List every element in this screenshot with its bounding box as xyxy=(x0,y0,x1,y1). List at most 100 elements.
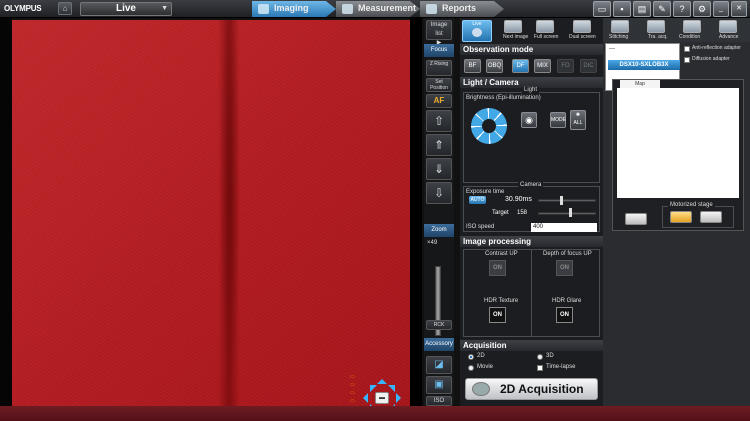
image-list-button[interactable]: Image list ▶ xyxy=(426,20,452,46)
anti-reflection-checkbox[interactable] xyxy=(684,46,690,52)
radio-2d[interactable] xyxy=(468,354,474,360)
dual-screen-icon[interactable] xyxy=(573,20,591,33)
zoom-value: ×49 xyxy=(427,240,438,246)
iso-icon[interactable]: ISO xyxy=(426,396,452,406)
reports-icon xyxy=(426,4,437,14)
depth-of-focus-toggle[interactable]: ON xyxy=(556,260,573,276)
dual-screen-label: Dual screen xyxy=(569,34,596,40)
live-image-viewer[interactable]: ▭ ▭ ▭ ▭ ▬ xyxy=(12,20,410,406)
stitching-label: Stitching xyxy=(609,34,629,40)
tools-icon[interactable]: ✎ xyxy=(653,1,671,17)
arrow-up-icon[interactable] xyxy=(377,374,387,384)
live-dropdown[interactable]: Live ▼ xyxy=(80,2,172,16)
map-canvas[interactable] xyxy=(617,88,739,198)
mode-bf-button[interactable]: BF xyxy=(464,59,481,73)
arrow-right-icon[interactable] xyxy=(396,393,406,403)
radio-2d-label: 2D xyxy=(477,353,485,359)
hdr-texture-label: HDR Texture xyxy=(484,298,519,304)
hdr-glare-label: HDR Glare xyxy=(552,298,582,304)
accessory-header: Accessory xyxy=(424,338,454,351)
all-label: ALL xyxy=(573,120,583,126)
print-icon[interactable]: ▤ xyxy=(633,1,651,17)
window-icon[interactable]: ▣ xyxy=(426,376,452,394)
close-button[interactable]: ✕ xyxy=(731,1,747,17)
focus-up-icon[interactable]: ⇧ xyxy=(426,110,452,132)
arrow-left-icon[interactable] xyxy=(358,393,368,403)
hdr-texture-toggle[interactable]: ON xyxy=(489,307,506,323)
mode-df-button[interactable]: DF xyxy=(512,59,529,73)
next-image-icon[interactable] xyxy=(504,20,522,33)
camera-icon xyxy=(472,382,490,396)
image-processing-header: Image processing xyxy=(460,236,603,247)
time-lapse-label: Time-lapse xyxy=(546,364,576,370)
folder-icon[interactable]: ▭ xyxy=(593,1,611,17)
mode-dic-button[interactable]: DIC xyxy=(580,59,597,73)
accessory-icon[interactable]: ◪ xyxy=(426,356,452,374)
target-slider-thumb[interactable] xyxy=(569,208,572,217)
settings-icon[interactable]: ⚙ xyxy=(693,1,711,17)
brightness-wheel-center xyxy=(482,119,496,133)
map-camera-button[interactable] xyxy=(625,213,647,225)
time-lapse-checkbox[interactable] xyxy=(537,365,543,371)
focus-step-up-icon[interactable]: ⇑ xyxy=(426,134,452,156)
save-icon[interactable]: ▪ xyxy=(613,1,631,17)
chevron-down-icon: ▼ xyxy=(161,5,168,12)
tab-reports[interactable]: Reports xyxy=(420,1,504,17)
radio-3d[interactable] xyxy=(537,354,543,360)
radio-movie[interactable] xyxy=(468,365,474,371)
stage-center-button[interactable]: ▬ xyxy=(375,392,389,404)
brightness-wheel[interactable] xyxy=(471,108,507,144)
auto-exposure-button[interactable]: AUTO xyxy=(469,196,486,204)
depth-of-focus-label: Depth of focus UP xyxy=(543,251,592,257)
radio-movie-label: Movie xyxy=(477,364,494,370)
minimize-button[interactable]: _ xyxy=(713,1,729,17)
objective-selector[interactable]: DSX10-SXLOB3X xyxy=(608,60,680,70)
mode-mix-button[interactable]: MIX xyxy=(534,59,551,73)
exposure-slider-thumb[interactable] xyxy=(560,196,563,205)
mode-obq-button[interactable]: OBQ xyxy=(486,59,503,73)
gear-icon: ✺ xyxy=(575,112,581,118)
set-position-button[interactable]: Set Position xyxy=(426,78,452,92)
light-group-title: Light xyxy=(522,87,540,93)
refresh-icon[interactable]: ◉ xyxy=(521,112,537,128)
stage-refresh-button[interactable] xyxy=(700,211,722,223)
target-slider[interactable] xyxy=(538,212,596,215)
contrast-up-toggle[interactable]: ON xyxy=(489,260,506,276)
status-bar xyxy=(0,406,750,421)
mode-button[interactable]: MODE xyxy=(550,112,566,128)
zoom-reset-button[interactable]: RCK xyxy=(426,320,452,330)
tab-imaging[interactable]: Imaging xyxy=(252,1,336,17)
condition-icon[interactable] xyxy=(683,20,701,33)
map-tab[interactable]: Map xyxy=(620,80,660,88)
home-icon[interactable]: ⌂ xyxy=(58,2,72,15)
navigation-pad[interactable]: ▭ ▭ ▭ ▭ ▬ xyxy=(348,374,410,406)
camera-icon xyxy=(472,28,482,37)
autofocus-button[interactable]: AF xyxy=(426,94,452,108)
overlay-text: ▭ xyxy=(350,382,355,388)
help-icon[interactable]: ? xyxy=(673,1,691,17)
camera-group-title: Camera xyxy=(518,182,544,188)
stitching-icon[interactable] xyxy=(611,20,629,33)
arrow-up-right-icon[interactable] xyxy=(387,377,403,393)
focus-header: Focus xyxy=(424,44,454,57)
iso-label: ISO speed xyxy=(466,224,495,230)
full-screen-icon[interactable] xyxy=(536,20,554,33)
focus-down-icon[interactable]: ⇩ xyxy=(426,182,452,204)
z-rising-button[interactable]: Z Rising xyxy=(426,60,452,76)
live-mode-button[interactable]: Live xyxy=(462,20,492,42)
mode-fo-button[interactable]: FO xyxy=(557,59,574,73)
diffusion-checkbox[interactable] xyxy=(684,57,690,63)
advance-icon[interactable] xyxy=(719,20,737,33)
iso-speed-input[interactable]: 400 xyxy=(531,223,597,232)
focus-step-down-icon[interactable]: ⇓ xyxy=(426,158,452,180)
hdr-glare-toggle[interactable]: ON xyxy=(556,307,573,323)
exposure-slider[interactable] xyxy=(538,199,596,202)
overlay-text: ▭ xyxy=(350,374,355,380)
acquisition-button[interactable]: 2D Acquisition xyxy=(465,378,598,400)
tab-measurement[interactable]: Measurement xyxy=(336,1,420,17)
time-acquisition-icon[interactable] xyxy=(647,20,665,33)
specimen-groove xyxy=(218,20,240,406)
arrow-up-left-icon[interactable] xyxy=(362,377,378,393)
stage-play-button[interactable] xyxy=(670,211,692,223)
all-button[interactable]: ✺ ALL xyxy=(570,110,586,130)
